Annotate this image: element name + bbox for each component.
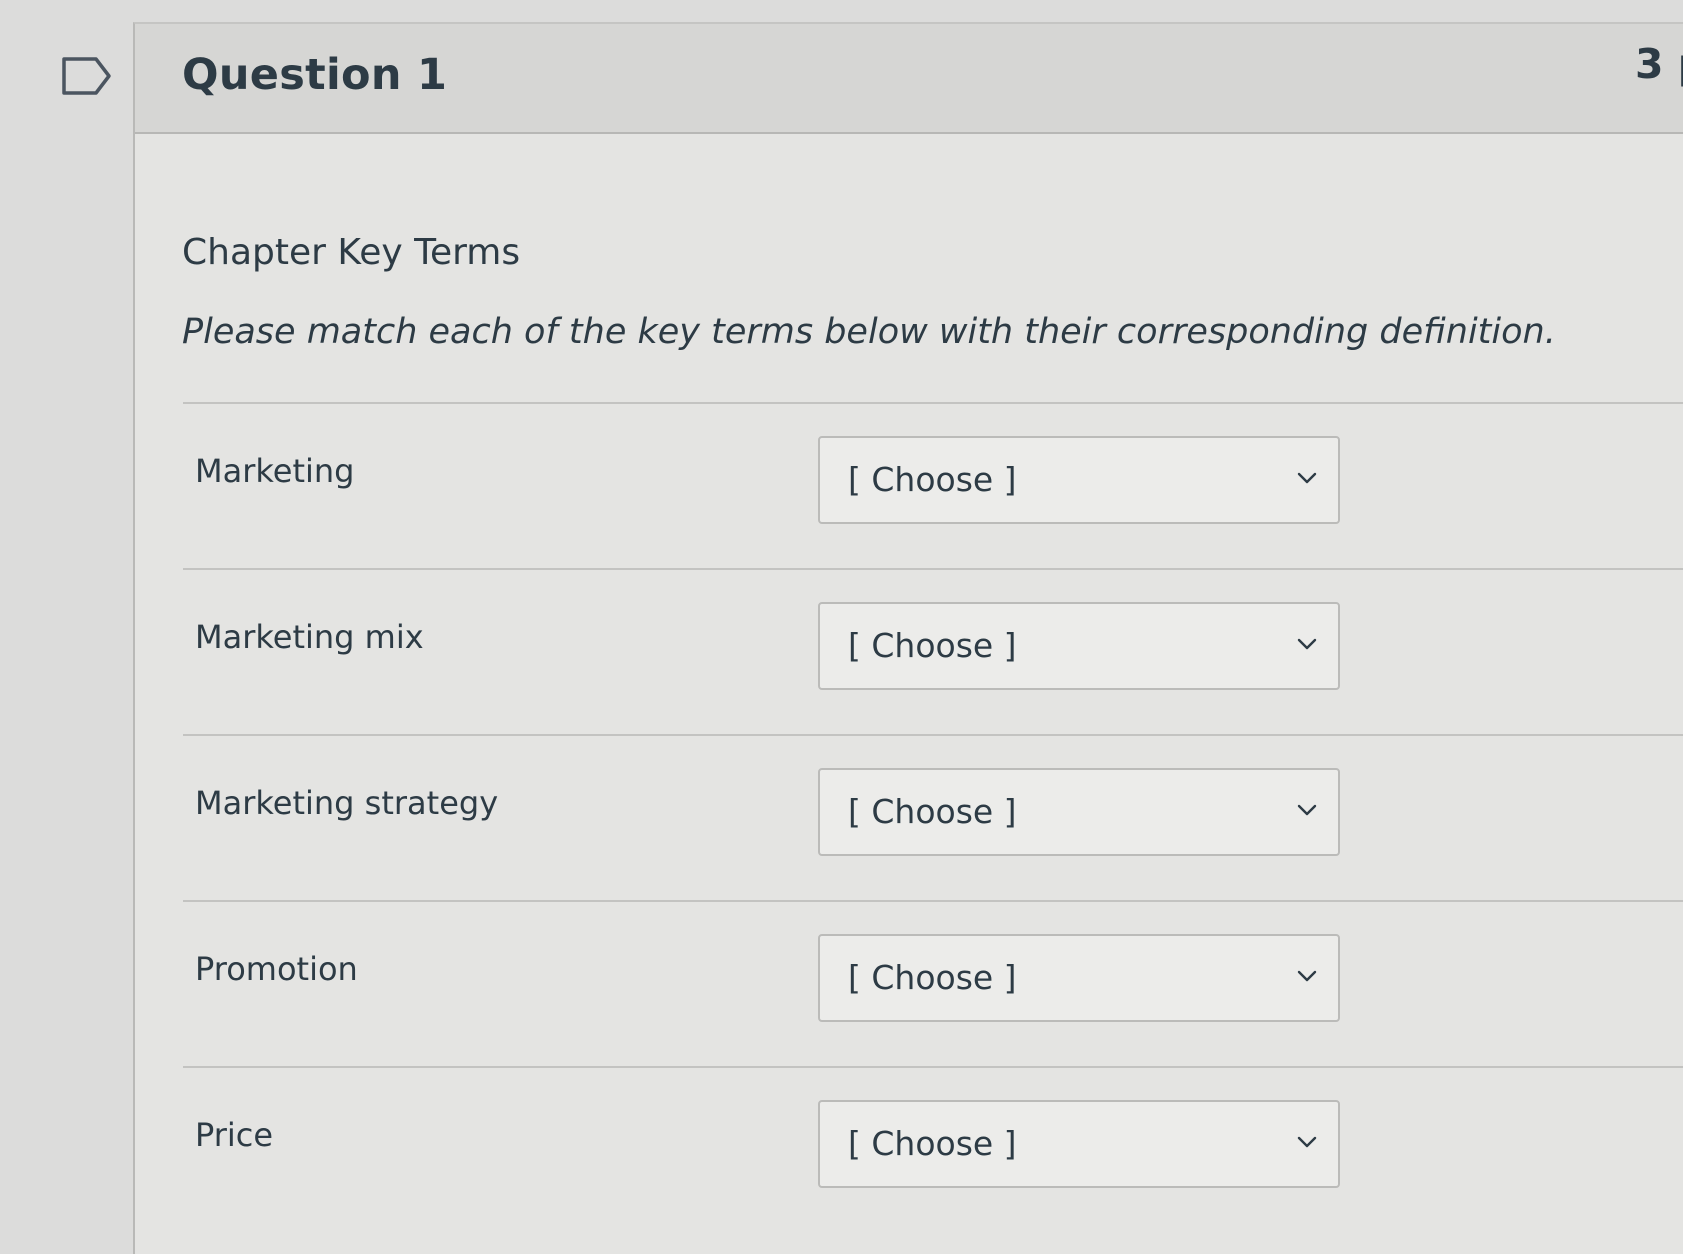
chevron-down-icon (1297, 472, 1317, 484)
match-row-marketing-mix: Marketing mix [ Choose ] (183, 568, 1683, 734)
flag-question-icon[interactable] (62, 56, 112, 96)
term-label: Marketing strategy (195, 784, 499, 822)
chevron-down-icon (1297, 638, 1317, 650)
term-label: Price (195, 1116, 274, 1154)
instruction-text: Please match each of the key terms below… (182, 312, 1556, 352)
term-label: Promotion (195, 950, 358, 988)
question-body: Chapter Key Terms Please match each of t… (135, 134, 1683, 1254)
chevron-down-icon (1297, 970, 1317, 982)
definition-select-marketing-strategy[interactable]: [ Choose ] (818, 768, 1340, 856)
select-value: [ Choose ] (848, 1124, 1017, 1163)
match-row-marketing: Marketing [ Choose ] (183, 402, 1683, 568)
question-title: Question 1 (182, 50, 448, 100)
term-label: Marketing mix (195, 618, 424, 656)
match-row-marketing-strategy: Marketing strategy [ Choose ] (183, 734, 1683, 900)
select-value: [ Choose ] (848, 460, 1017, 499)
match-row-price: Price [ Choose ] (183, 1066, 1683, 1232)
definition-select-promotion[interactable]: [ Choose ] (818, 934, 1340, 1022)
definition-select-marketing-mix[interactable]: [ Choose ] (818, 602, 1340, 690)
chevron-down-icon (1297, 1136, 1317, 1148)
select-value: [ Choose ] (848, 626, 1017, 665)
question-header: Question 1 3 p (135, 24, 1683, 134)
definition-select-marketing[interactable]: [ Choose ] (818, 436, 1340, 524)
term-label: Marketing (195, 452, 355, 490)
section-heading: Chapter Key Terms (182, 232, 521, 273)
definition-select-price[interactable]: [ Choose ] (818, 1100, 1340, 1188)
match-row-promotion: Promotion [ Choose ] (183, 900, 1683, 1066)
select-value: [ Choose ] (848, 958, 1017, 997)
chevron-down-icon (1297, 804, 1317, 816)
question-card: Question 1 3 p Chapter Key Terms Please … (133, 22, 1683, 1254)
question-points: 3 p (1635, 40, 1683, 88)
select-value: [ Choose ] (848, 792, 1017, 831)
match-list: Marketing [ Choose ] Marketing mix [ Cho… (183, 402, 1683, 1232)
